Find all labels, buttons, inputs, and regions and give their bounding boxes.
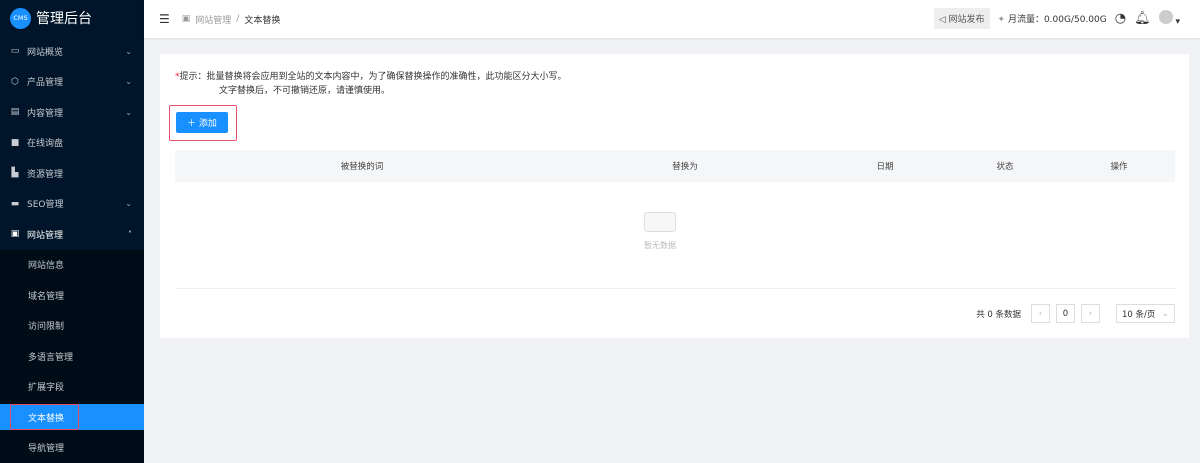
traffic-text: 月流量：0.00G/50.00G	[1007, 15, 1107, 25]
sidebar-item-label: 网站管理	[27, 230, 64, 241]
empty-text: 暂无数据	[644, 241, 676, 250]
submenu: 网站信息 域名管理 访问限制 多语言管理 扩展字段 文本替换 导航管理	[0, 249, 144, 463]
app-title: 管理后台	[36, 11, 92, 27]
sidebar-item-label: SEO管理	[27, 200, 64, 211]
header: ☰ ▣ 网站管理 / 文本替换 ◁ 网站发布 ✦ 月流量：0.00G/50.00…	[144, 0, 1200, 38]
sidebar: CMS 管理后台 ▭ 网站概览 ⌄ ⬡ 产品管理 ⌄ ▤ 内容管理 ⌄ ■ 在线询盘 ▙ 资源管…	[0, 0, 144, 463]
breadcrumb: ▣ 网站管理 / 文本替换	[182, 13, 281, 26]
avatar	[1158, 10, 1173, 24]
tip-line-2: 文字替换后，不可撤销还原，请谨慎使用。	[219, 86, 391, 96]
column-header: 替换为	[672, 162, 698, 172]
sidebar-item-website[interactable]: ▣ 网站管理 ˄	[0, 219, 144, 250]
traffic-icon: ✦	[997, 15, 1008, 25]
add-button[interactable]: ＋ 添加	[176, 112, 228, 133]
page-number[interactable]: 0	[1056, 304, 1075, 323]
prev-page-button[interactable]: ‹	[1031, 304, 1050, 323]
user-menu[interactable]: ▾	[1158, 10, 1180, 27]
chevron-down-icon: ⌄	[125, 46, 132, 56]
breadcrumb-item[interactable]: 网站管理	[195, 13, 231, 26]
chevron-down-icon: ⌄	[125, 77, 132, 87]
menu-fold-icon[interactable]: ☰	[159, 12, 170, 26]
chevron-down-icon: ⌄	[125, 199, 132, 209]
publish-button[interactable]: ◁ 网站发布	[933, 8, 990, 29]
column-header: 状态	[996, 162, 1014, 172]
cms-logo-icon: CMS	[10, 7, 31, 29]
tip-line-1: 提示：批量替换将会应用到全站的文本内容中，为了确保替换操作的准确性，此功能区分大…	[179, 72, 567, 82]
plus-icon: ＋	[187, 119, 199, 129]
bell-icon[interactable]: 🔔︎	[1134, 11, 1151, 26]
column-header: 被替换的词	[340, 162, 384, 172]
sidebar-item-label: 多语言管理	[28, 352, 74, 363]
chat-icon: ■	[10, 137, 20, 148]
pagination: 共 0 条数据 ‹ 0 › 10 条/页 ⌄	[976, 304, 1175, 323]
document-icon: ▤	[10, 107, 20, 118]
sidebar-subitem-access[interactable]: 访问限制	[0, 311, 144, 342]
tip: *提示：批量替换将会应用到全站的文本内容中，为了确保替换操作的准确性，此功能区分…	[175, 70, 567, 98]
page-size-value: 10 条/页	[1122, 309, 1156, 320]
website-icon: ▣	[181, 14, 191, 24]
publish-label: 网站发布	[948, 15, 985, 25]
empty-box-icon	[644, 212, 676, 232]
divider	[175, 288, 1175, 289]
sidebar-item-label: 访问限制	[28, 322, 65, 333]
next-page-button[interactable]: ›	[1081, 304, 1100, 323]
history-icon[interactable]: ◔	[1115, 11, 1126, 26]
sidebar-item-label: 网站概览	[27, 47, 64, 58]
send-icon: ◁	[938, 15, 949, 25]
sidebar-subitem-site-info[interactable]: 网站信息	[0, 250, 144, 281]
sidebar-item-seo[interactable]: ▬ SEO管理 ⌄	[0, 189, 144, 220]
sidebar-subitem-fields[interactable]: 扩展字段	[0, 372, 144, 403]
sidebar-item-label: 域名管理	[28, 291, 65, 302]
monitor-icon: ▭	[10, 46, 20, 57]
sidebar-item-resources[interactable]: ▙ 资源管理	[0, 158, 144, 189]
sidebar-item-products[interactable]: ⬡ 产品管理 ⌄	[0, 67, 144, 98]
caret-down-icon: ▾	[1172, 17, 1180, 27]
highlight-box	[10, 404, 79, 430]
page-size-select[interactable]: 10 条/页 ⌄	[1116, 304, 1175, 323]
sidebar-subitem-nav[interactable]: 导航管理	[0, 432, 144, 463]
breadcrumb-separator: /	[236, 14, 240, 24]
table-header: 被替换的词 替换为 日期 状态 操作	[175, 150, 1175, 182]
sidebar-item-label: 网站信息	[28, 261, 65, 272]
add-label: 添加	[198, 119, 217, 129]
sidebar-item-label: 在线询盘	[27, 139, 64, 150]
website-icon: ▣	[10, 229, 20, 240]
logo[interactable]: CMS 管理后台	[0, 0, 144, 36]
sidebar-subitem-language[interactable]: 多语言管理	[0, 341, 144, 372]
content-card: *提示：批量替换将会应用到全站的文本内容中，为了确保替换操作的准确性，此功能区分…	[160, 54, 1189, 338]
sidebar-item-label: 扩展字段	[28, 383, 65, 394]
column-header: 日期	[876, 162, 894, 172]
sidebar-item-label: 资源管理	[27, 169, 64, 180]
breadcrumb-current: 文本替换	[244, 15, 281, 26]
chevron-down-icon: ⌄	[125, 107, 132, 117]
column-header: 操作	[1110, 162, 1128, 172]
chevron-down-icon: ⌄	[1161, 308, 1169, 319]
total-count: 共 0 条数据	[976, 309, 1021, 320]
empty-state: 暂无数据	[644, 212, 676, 251]
sidebar-item-label: 内容管理	[27, 108, 64, 119]
folder-icon: ▙	[11, 168, 19, 179]
sidebar-item-inquiry[interactable]: ■ 在线询盘	[0, 128, 144, 159]
seo-icon: ▬	[10, 198, 20, 209]
cube-icon: ⬡	[11, 76, 19, 87]
sidebar-item-content[interactable]: ▤ 内容管理 ⌄	[0, 97, 144, 128]
sidebar-item-label: 导航管理	[28, 443, 65, 454]
highlight-box: ＋ 添加	[169, 105, 237, 141]
chevron-up-icon: ˄	[128, 229, 132, 239]
traffic-info: ✦ 月流量：0.00G/50.00G	[998, 12, 1107, 25]
sidebar-item-overview[interactable]: ▭ 网站概览 ⌄	[0, 36, 144, 67]
sidebar-subitem-text-replace[interactable]: 文本替换	[0, 404, 144, 430]
sidebar-item-label: 产品管理	[27, 78, 64, 89]
sidebar-subitem-domain[interactable]: 域名管理	[0, 280, 144, 311]
